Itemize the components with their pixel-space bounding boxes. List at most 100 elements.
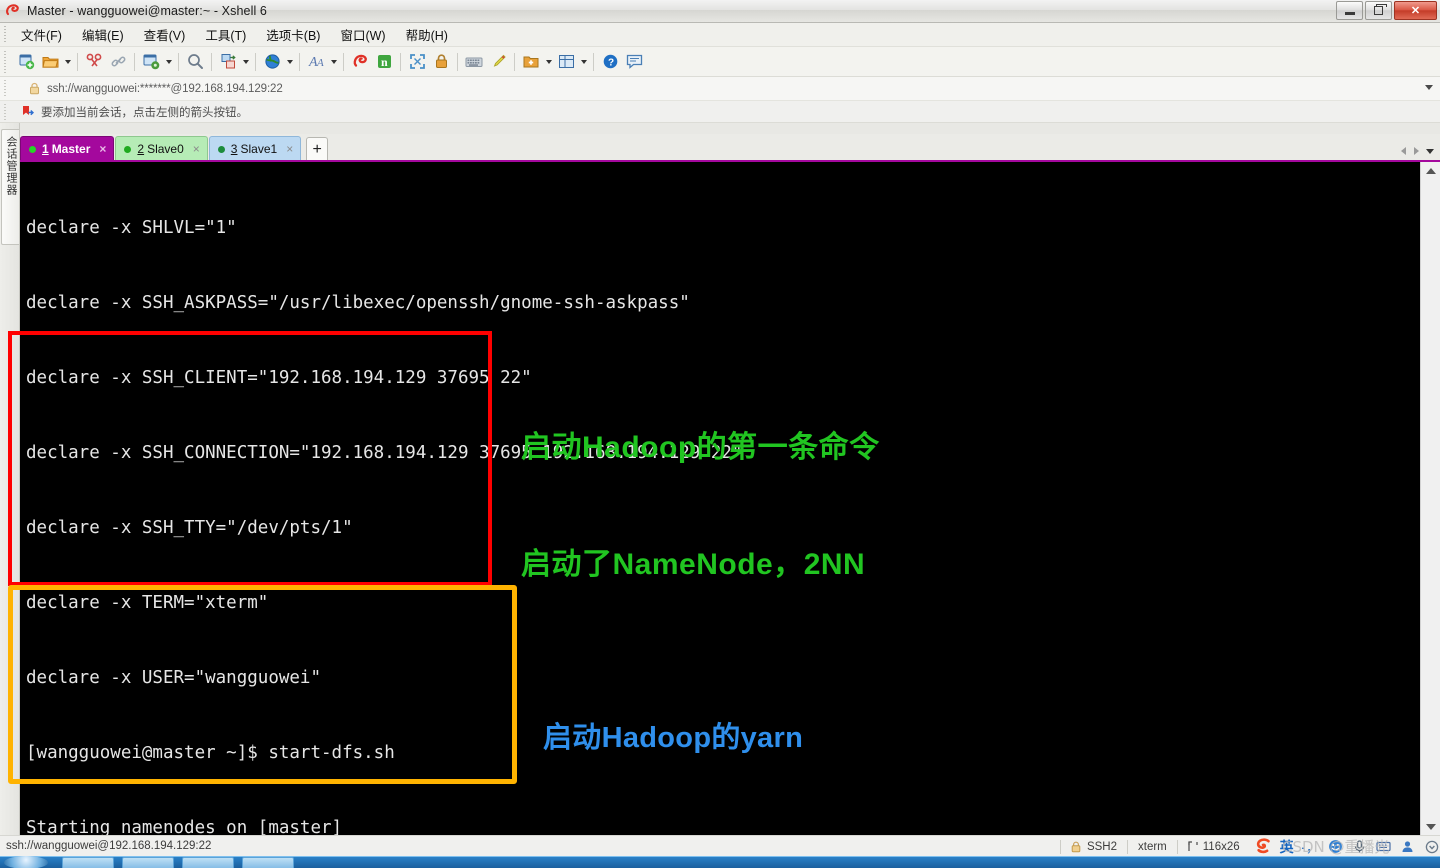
tab-slave0[interactable]: 2 Slave0 × — [115, 136, 208, 161]
watermark: CSDN @重播光 — [1282, 838, 1390, 856]
menu-tools[interactable]: 工具(T) — [195, 22, 256, 47]
bookmark-arrow-icon — [21, 105, 34, 118]
transfer-file-dropdown[interactable] — [240, 50, 251, 74]
layout-dropdown[interactable] — [578, 50, 589, 74]
lock-icon — [1071, 841, 1081, 853]
globe-dropdown[interactable] — [284, 50, 295, 74]
tab-slave1[interactable]: 3 Slave1 × — [208, 136, 302, 161]
scroll-up-icon[interactable] — [1421, 162, 1440, 179]
taskbar-item[interactable] — [182, 857, 234, 868]
find-icon[interactable] — [183, 50, 207, 74]
link-icon[interactable] — [106, 50, 130, 74]
terminal-line: declare -x USER="wangguowei" — [26, 668, 322, 688]
prev-tab-icon[interactable] — [1398, 144, 1408, 158]
start-button[interactable] — [4, 856, 48, 868]
menu-file[interactable]: 文件(F) — [11, 22, 72, 47]
tab-status-dot — [124, 145, 132, 153]
title-bar: Master - wangguowei@master:~ - Xshell 6 … — [0, 0, 1440, 23]
session-properties-dropdown[interactable] — [163, 50, 174, 74]
session-manager-tab[interactable]: 会话管理器 — [1, 129, 19, 245]
lock-icon — [29, 82, 40, 95]
menu-tab[interactable]: 选项卡(B) — [256, 22, 330, 47]
xftp-icon[interactable] — [348, 50, 372, 74]
tab-number: 3 — [230, 142, 238, 156]
chevron-down-icon[interactable] — [1425, 85, 1433, 90]
open-folder-icon[interactable] — [38, 50, 62, 74]
help-icon[interactable]: ? — [598, 50, 622, 74]
taskbar-item[interactable] — [122, 857, 174, 868]
tab-number: 2 — [137, 142, 145, 156]
lock-icon[interactable] — [429, 50, 453, 74]
layout-icon[interactable] — [554, 50, 578, 74]
add-tab-icon[interactable] — [519, 50, 543, 74]
toolbar-separator — [134, 52, 135, 71]
tab-master[interactable]: 1 Master × — [20, 136, 115, 161]
close-button[interactable]: ✕ — [1394, 1, 1437, 20]
svg-text:?: ? — [608, 58, 614, 69]
menu-view[interactable]: 查看(V) — [134, 22, 196, 47]
terminal-output[interactable]: declare -x SHLVL="1" declare -x SSH_ASKP… — [20, 162, 1420, 835]
next-tab-icon[interactable] — [1411, 144, 1421, 158]
tab-close-icon[interactable]: × — [193, 142, 200, 156]
globe-icon[interactable] — [260, 50, 284, 74]
tab-list-icon[interactable] — [1424, 144, 1436, 158]
new-tab-button[interactable]: + — [306, 137, 329, 161]
taskbar-item[interactable] — [242, 857, 294, 868]
addressbar-grip[interactable] — [2, 79, 11, 98]
terminal-line: [wangguowei@master ~]$ start-dfs.sh — [26, 743, 395, 763]
toolbar-separator — [593, 52, 594, 71]
address-input[interactable]: ssh://wangguowei:*******@192.168.194.129… — [47, 83, 283, 95]
notice-text: 要添加当前会话，点击左侧的箭头按钮。 — [41, 106, 248, 119]
screen-size-icon — [1188, 841, 1198, 852]
toolbar: A A n ? — [0, 47, 1440, 77]
feedback-icon[interactable] — [622, 50, 646, 74]
tab-navigation — [1398, 144, 1436, 158]
menubar-grip[interactable] — [2, 25, 11, 44]
font-dropdown[interactable] — [328, 50, 339, 74]
taskbar-item[interactable] — [62, 857, 114, 868]
session-properties-icon[interactable] — [139, 50, 163, 74]
disconnect-icon[interactable] — [82, 50, 106, 74]
toolbar-separator — [457, 52, 458, 71]
toolbar-separator — [178, 52, 179, 71]
minimize-button[interactable] — [1336, 1, 1363, 20]
window-title: Master - wangguowei@master:~ - Xshell 6 — [27, 4, 267, 18]
new-session-icon[interactable] — [14, 50, 38, 74]
transfer-file-icon[interactable] — [216, 50, 240, 74]
keyboard-icon[interactable] — [462, 50, 486, 74]
highlight-icon[interactable] — [486, 50, 510, 74]
tab-status-dot — [217, 145, 225, 153]
tab-close-icon[interactable]: × — [286, 142, 293, 156]
add-tab-dropdown[interactable] — [543, 50, 554, 74]
terminal-line: Starting namenodes on [master] — [26, 818, 343, 835]
windows-taskbar — [0, 856, 1440, 868]
status-bar: ssh://wangguowei@192.168.194.129:22 SSH2… — [0, 835, 1440, 856]
menu-help[interactable]: 帮助(H) — [396, 22, 458, 47]
quick-command-icon[interactable]: n — [372, 50, 396, 74]
font-icon[interactable]: A A — [304, 50, 328, 74]
address-bar[interactable]: ssh://wangguowei:*******@192.168.194.129… — [0, 77, 1440, 101]
scroll-down-icon[interactable] — [1421, 818, 1440, 835]
status-protocol: SSH2 — [1086, 840, 1118, 853]
maximize-button[interactable] — [1365, 1, 1392, 20]
sogou-ime-icon[interactable] — [1254, 837, 1273, 856]
session-manager-label: 会话管理器 — [5, 136, 17, 196]
menu-window[interactable]: 窗口(W) — [330, 22, 395, 47]
toolbar-separator — [400, 52, 401, 71]
tab-close-icon[interactable]: × — [99, 142, 106, 156]
terminal-text: declare -x SHLVL="1" declare -x SSH_ASKP… — [26, 166, 1420, 835]
svg-text:n: n — [381, 55, 388, 69]
menu-edit[interactable]: 编辑(E) — [72, 22, 134, 47]
noticebar-grip[interactable] — [2, 103, 11, 120]
status-size: 116x26 — [1202, 840, 1240, 853]
open-folder-dropdown[interactable] — [62, 50, 73, 74]
tab-label: Master — [51, 142, 91, 156]
status-protocol-cell: SSH2 — [1061, 836, 1127, 857]
terminal-scrollbar[interactable] — [1420, 162, 1440, 835]
xshell-logo-icon — [5, 3, 21, 19]
toolbar-grip[interactable] — [2, 50, 11, 73]
fullscreen-icon[interactable] — [405, 50, 429, 74]
menu-bar: 文件(F) 编辑(E) 查看(V) 工具(T) 选项卡(B) 窗口(W) 帮助(… — [0, 23, 1440, 47]
terminal-line: declare -x TERM="xterm" — [26, 593, 269, 613]
xshell-window: Master - wangguowei@master:~ - Xshell 6 … — [0, 0, 1440, 868]
